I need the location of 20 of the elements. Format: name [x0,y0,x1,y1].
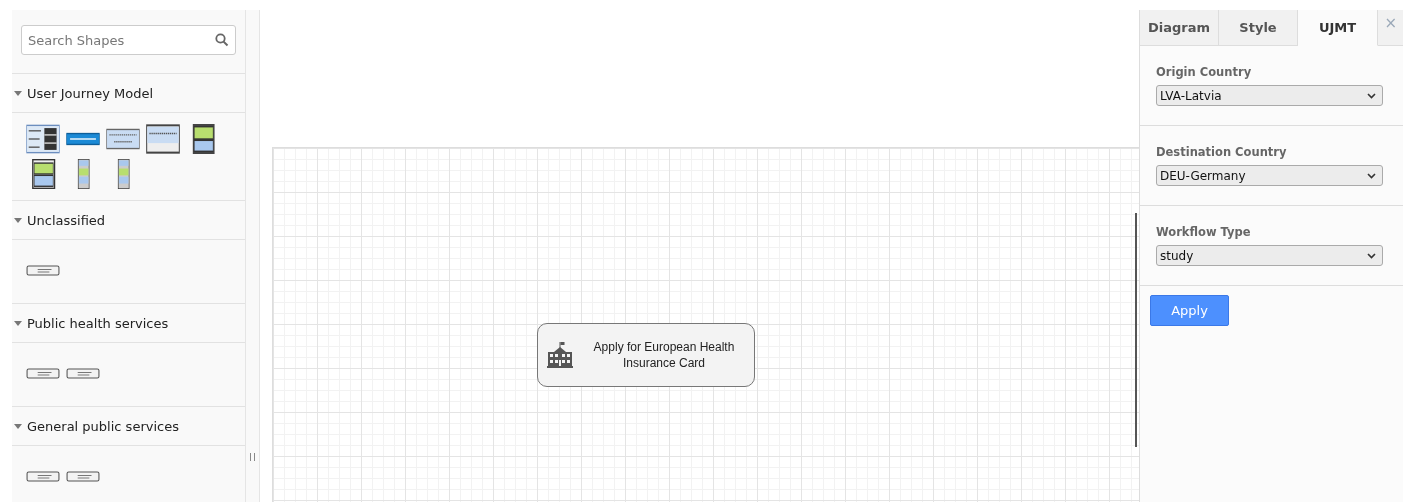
search-icon[interactable] [215,33,229,47]
chevron-down-icon [1367,172,1376,179]
field-label: Destination Country [1156,145,1287,159]
shape-thumbnail[interactable] [146,124,180,154]
field-label: Origin Country [1156,65,1252,79]
dropdown[interactable]: study [1156,245,1383,266]
node-label: Apply for European Health Insurance Card [592,339,736,371]
field-label: Workflow Type [1156,225,1251,239]
panel-tab[interactable]: Style [1219,10,1298,46]
chevron-down-icon [1367,92,1376,99]
dropdown[interactable]: LVA-Latvia [1156,85,1383,106]
scrollbar[interactable] [1135,213,1137,447]
chevron-down-icon [1367,252,1376,259]
panel-tab[interactable]: Diagram [1140,10,1219,46]
diagram-node[interactable]: Apply for European Health Insurance Card [537,323,755,387]
building-icon [546,341,574,369]
shape-thumbnail[interactable] [26,124,60,154]
dropdown[interactable]: DEU-Germany [1156,165,1383,186]
search-field[interactable]: Search Shapes [21,25,236,55]
resize-handle[interactable] [250,453,255,461]
